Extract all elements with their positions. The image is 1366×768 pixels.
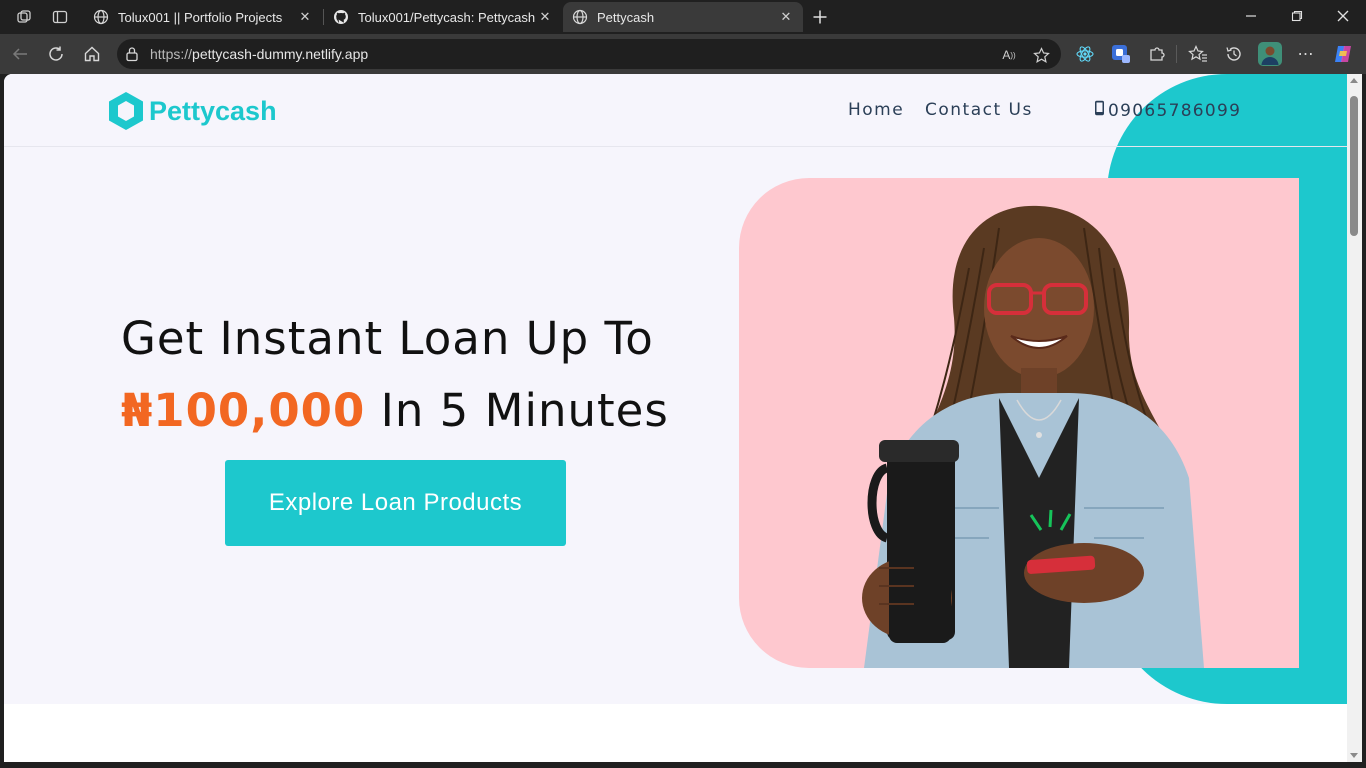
headline-suffix: In 5 Minutes — [365, 384, 669, 437]
loan-amount: ₦100,000 — [121, 384, 366, 437]
brand-name: Pettycash — [149, 95, 277, 126]
explore-loan-products-button[interactable]: Explore Loan Products — [225, 460, 566, 546]
workspaces-icon[interactable] — [13, 6, 35, 28]
close-window-icon[interactable] — [1320, 0, 1366, 32]
hero-section: Pettycash Home Contact Us 09065786099 Ge… — [4, 74, 1347, 704]
back-icon[interactable] — [8, 42, 32, 66]
extension-app-icon[interactable] — [1109, 42, 1133, 66]
tab-github-pettycash[interactable]: Tolux001/Pettycash: Pettycash lan ✕ — [324, 2, 562, 32]
home-icon[interactable] — [80, 42, 104, 66]
more-options-icon[interactable]: ⋯ — [1294, 42, 1318, 66]
history-icon[interactable] — [1222, 42, 1246, 66]
hero-photo-card — [739, 178, 1299, 668]
browser-tab-bar: Tolux001 || Portfolio Projects ✕ Tolux00… — [0, 0, 1366, 34]
globe-icon — [92, 8, 110, 26]
mobile-phone-icon — [1094, 100, 1105, 121]
url-text: https://pettycash-dummy.netlify.app — [150, 46, 369, 62]
page-viewport: Pettycash Home Contact Us 09065786099 Ge… — [4, 74, 1347, 762]
page-scrollbar[interactable] — [1347, 74, 1362, 762]
tab-title: Tolux001/Pettycash: Pettycash lan — [358, 9, 536, 25]
copilot-icon[interactable] — [1331, 42, 1355, 66]
globe-icon — [571, 8, 589, 26]
react-devtools-icon[interactable] — [1073, 42, 1097, 66]
minimize-icon[interactable] — [1228, 0, 1274, 32]
tab-pettycash[interactable]: Pettycash ✕ — [563, 2, 803, 32]
hexagon-logo-icon — [109, 92, 143, 130]
phone-contact[interactable]: 09065786099 — [1094, 100, 1241, 121]
hero-headline-line-2: ₦100,000 In 5 Minutes — [121, 384, 669, 437]
new-tab-icon[interactable] — [809, 6, 831, 28]
scroll-up-icon[interactable] — [1350, 78, 1358, 83]
lock-icon[interactable] — [125, 46, 139, 67]
next-section — [4, 704, 1347, 762]
close-tab-icon[interactable]: ✕ — [296, 8, 314, 26]
profile-avatar-icon[interactable] — [1258, 42, 1282, 66]
favorites-icon[interactable] — [1186, 42, 1210, 66]
favorite-star-icon[interactable] — [1031, 45, 1051, 65]
site-logo[interactable]: Pettycash — [106, 90, 277, 132]
tab-title: Pettycash — [597, 9, 655, 25]
vertical-tabs-icon[interactable] — [49, 6, 71, 28]
close-tab-icon[interactable]: ✕ — [536, 8, 554, 26]
nav-contact-link[interactable]: Contact Us — [925, 100, 1033, 120]
scrollbar-thumb[interactable] — [1350, 96, 1358, 236]
tab-title: Tolux001 || Portfolio Projects — [118, 9, 283, 25]
address-bar[interactable]: https://pettycash-dummy.netlify.app A)) — [117, 39, 1061, 69]
read-aloud-icon[interactable]: A)) — [999, 45, 1019, 65]
browser-toolbar: https://pettycash-dummy.netlify.app A)) … — [0, 34, 1366, 74]
window-bottom-edge — [0, 762, 1366, 768]
hero-headline-line-1: Get Instant Loan Up To — [121, 312, 654, 365]
github-icon — [332, 8, 350, 26]
woman-with-phone-illustration — [862, 205, 1204, 668]
restore-icon[interactable] — [1274, 0, 1320, 32]
scroll-down-icon[interactable] — [1350, 753, 1358, 758]
close-tab-icon[interactable]: ✕ — [777, 8, 795, 26]
refresh-icon[interactable] — [44, 42, 68, 66]
site-header: Pettycash Home Contact Us 09065786099 — [4, 74, 1347, 147]
tab-portfolio-projects[interactable]: Tolux001 || Portfolio Projects ✕ — [84, 2, 322, 32]
nav-home-link[interactable]: Home — [848, 100, 904, 120]
extensions-puzzle-icon[interactable] — [1145, 42, 1169, 66]
phone-number: 09065786099 — [1108, 100, 1242, 121]
